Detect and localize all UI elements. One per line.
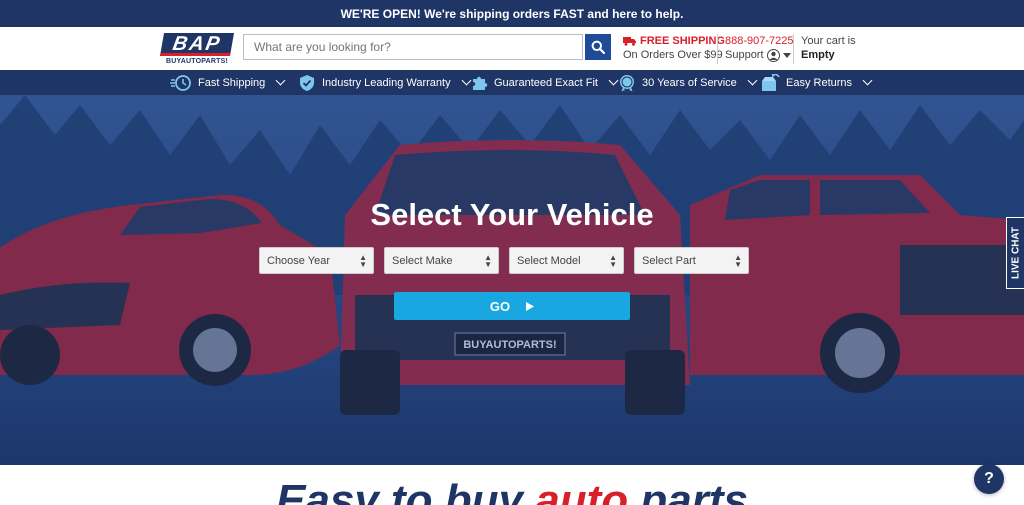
puzzle-icon <box>473 76 488 90</box>
go-label: GO <box>489 298 511 314</box>
make-select-label: Select Make <box>392 254 453 267</box>
model-select[interactable]: Select Model ▲ ▼ <box>509 247 624 274</box>
select-arrows-icon: ▲ ▼ <box>359 253 367 269</box>
support-phone[interactable]: 888-907-7225 <box>725 34 794 48</box>
feature-label: Guaranteed Exact Fit <box>494 76 598 89</box>
feature-fast-shipping[interactable]: Fast Shipping <box>170 70 286 95</box>
announcement-text: WE'RE OPEN! We're shipping orders FAST a… <box>340 6 684 21</box>
site-logo[interactable]: BAP BUYAUTOPARTS! <box>159 33 235 65</box>
help-icon: ? <box>984 470 994 487</box>
logo-subtext: BUYAUTOPARTS! <box>166 58 228 65</box>
chevron-down-icon <box>608 75 619 86</box>
hero-title: Select Your Vehicle <box>370 197 654 232</box>
live-chat-label: LIVE CHAT <box>1010 226 1021 280</box>
feature-label: Industry Leading Warranty <box>322 76 451 89</box>
free-shipping-subtitle: On Orders Over $99 <box>623 49 723 61</box>
help-button[interactable]: ? <box>974 464 1004 494</box>
live-chat-tab[interactable]: LIVE CHAT <box>1006 217 1024 289</box>
hero-background-image: BUYAUTOPARTS! <box>0 95 1024 465</box>
caret-down-icon <box>782 52 791 58</box>
go-button[interactable]: GO <box>394 292 630 320</box>
feature-exact-fit[interactable]: Guaranteed Exact Fit <box>470 70 619 95</box>
site-header: BAP BUYAUTOPARTS! FREE SHIPPING On Order… <box>0 27 1024 70</box>
cart-status: Empty <box>801 49 835 61</box>
play-arrow-icon <box>526 301 535 311</box>
logo-letters: BAP <box>159 33 235 56</box>
free-shipping-title: FREE SHIPPING <box>640 35 725 47</box>
hero-banner: BUYAUTOPARTS! Select Your Vehicle Choose… <box>0 95 1024 465</box>
search-button[interactable] <box>585 34 611 60</box>
features-bar: Fast Shipping Industry Leading Warranty … <box>0 70 1024 95</box>
select-arrows-icon: ▲ ▼ <box>484 253 492 269</box>
model-select-label: Select Model <box>517 254 581 267</box>
part-select-label: Select Part <box>642 254 696 267</box>
search-icon <box>591 40 605 54</box>
select-arrows-icon: ▲ ▼ <box>734 253 742 269</box>
tagline-section: Easy to buy auto parts <box>0 465 1024 505</box>
feature-label: Easy Returns <box>786 76 853 89</box>
cart-block[interactable]: Your cart is Empty <box>793 34 856 64</box>
tagline-part2: parts <box>628 476 748 505</box>
free-shipping-info: FREE SHIPPING On Orders Over $99 <box>623 34 725 62</box>
make-select[interactable]: Select Make ▲ ▼ <box>384 247 499 274</box>
year-select[interactable]: Choose Year ▲ ▼ <box>259 247 374 274</box>
feature-label: 30 Years of Service <box>642 76 737 89</box>
return-box-icon <box>762 73 780 91</box>
user-icon <box>766 48 780 62</box>
support-block[interactable]: 888-907-7225 Support <box>717 34 794 64</box>
feature-label: Fast Shipping <box>198 76 266 89</box>
clock-speed-icon <box>170 74 191 91</box>
search-input[interactable] <box>243 34 583 60</box>
announcement-bar: WE'RE OPEN! We're shipping orders FAST a… <box>0 0 1024 27</box>
badge-30-icon <box>620 74 634 92</box>
support-label: Support <box>725 49 764 61</box>
chevron-down-icon <box>747 75 758 86</box>
cart-label: Your cart is <box>801 35 856 47</box>
part-select[interactable]: Select Part ▲ ▼ <box>634 247 749 274</box>
year-select-label: Choose Year <box>267 254 330 267</box>
select-arrows-icon: ▲ ▼ <box>609 253 617 269</box>
chevron-down-icon <box>275 75 286 86</box>
feature-30-years[interactable]: 30 Years of Service <box>618 70 758 95</box>
feature-warranty[interactable]: Industry Leading Warranty <box>298 70 472 95</box>
shield-check-icon <box>300 74 314 91</box>
chevron-down-icon <box>862 75 873 86</box>
tagline-accent: auto <box>535 476 629 505</box>
feature-easy-returns[interactable]: Easy Returns <box>760 70 873 95</box>
tagline-heading: Easy to buy auto parts <box>0 479 1024 505</box>
truck-icon <box>623 37 636 46</box>
tagline-part1: Easy to buy <box>276 476 536 505</box>
